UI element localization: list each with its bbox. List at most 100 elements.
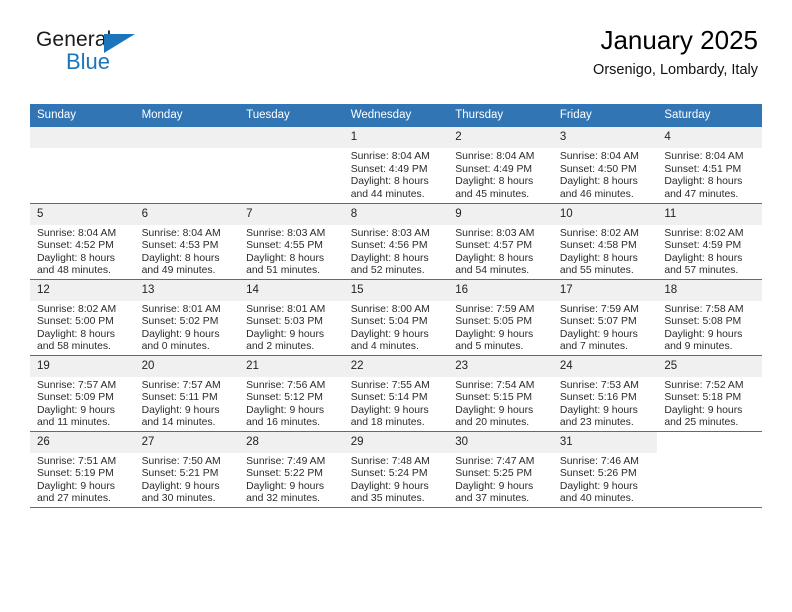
daylight-text: Daylight: 9 hours [246, 404, 325, 416]
day-sun-info: Sunrise: 8:02 AM Sunset: 4:59 PM Daylight:… [657, 225, 762, 278]
calendar-day-cell[interactable]: 27 Sunrise: 7:50 AM Sunset: 5:21 PM Dayligh… [134, 430, 240, 508]
sunset-text: Sunset: 4:49 PM [455, 163, 533, 175]
sunrise-text: Sunrise: 7:51 AM [37, 455, 117, 467]
day-number: 26 [30, 431, 135, 453]
sunrise-text: Sunrise: 7:53 AM [559, 379, 639, 391]
sunrise-text: Sunrise: 8:01 AM [141, 303, 221, 315]
sunset-text: Sunset: 4:57 PM [455, 240, 533, 252]
sunrise-text: Sunrise: 8:03 AM [350, 227, 430, 239]
calendar-day-cell[interactable]: 4 Sunrise: 8:04 AM Sunset: 4:51 PM Daylight… [657, 127, 762, 203]
day-sun-info: Sunrise: 8:04 AM Sunset: 4:49 PM Daylight:… [448, 148, 553, 201]
day-number: 18 [657, 279, 762, 301]
calendar-day-cell[interactable]: 7 Sunrise: 8:03 AM Sunset: 4:55 PM Daylight… [239, 202, 344, 279]
sunset-text: Sunset: 5:16 PM [559, 392, 637, 404]
sunset-text: Sunset: 5:09 PM [37, 392, 114, 404]
calendar-day-cell[interactable]: 17 Sunrise: 7:59 AM Sunset: 5:07 PM Dayligh… [552, 278, 658, 355]
daylight-text-cont: and 4 minutes. [350, 341, 419, 353]
daylight-text-cont: and 2 minutes. [246, 341, 315, 353]
calendar-day-cell[interactable]: 30 Sunrise: 7:47 AM Sunset: 5:25 PM Dayligh… [448, 430, 553, 508]
daylight-text: Daylight: 9 hours [664, 328, 743, 340]
sunset-text: Sunset: 4:53 PM [141, 240, 219, 252]
sunrise-text: Sunrise: 8:04 AM [455, 151, 535, 162]
calendar-day-cell[interactable]: 3 Sunrise: 8:04 AM Sunset: 4:50 PM Daylight… [552, 127, 658, 203]
general-blue-logo[interactable]: General Blue [36, 28, 216, 80]
calendar-day-cell[interactable]: 18 Sunrise: 7:58 AM Sunset: 5:08 PM Dayligh… [657, 278, 762, 355]
day-number: 10 [552, 203, 658, 225]
day-number: 7 [239, 203, 344, 225]
calendar-day-cell[interactable]: 26 Sunrise: 7:51 AM Sunset: 5:19 PM Dayligh… [30, 430, 135, 508]
calendar-day-cell[interactable]: 19 Sunrise: 7:57 AM Sunset: 5:09 PM Dayligh… [30, 354, 135, 431]
calendar-day-cell[interactable]: 8 Sunrise: 8:03 AM Sunset: 4:56 PM Daylight… [343, 202, 449, 279]
calendar-day-cell[interactable]: 5 Sunrise: 8:04 AM Sunset: 4:52 PM Daylight… [30, 202, 135, 279]
daylight-text: Daylight: 8 hours [37, 328, 115, 340]
day-number: 27 [134, 431, 240, 453]
daylight-text-cont: and 27 minutes. [37, 493, 111, 505]
sunrise-text: Sunrise: 7:59 AM [455, 303, 535, 315]
sunrise-text: Sunrise: 7:57 AM [37, 379, 117, 391]
daylight-text: Daylight: 9 hours [246, 480, 325, 492]
calendar-day-cell[interactable]: 9 Sunrise: 8:03 AM Sunset: 4:57 PM Daylight… [448, 202, 553, 279]
daylight-text: Daylight: 8 hours [37, 252, 115, 264]
location-subtitle: Orsenigo, Lombardy, Italy [593, 62, 758, 78]
calendar-day-cell[interactable]: 6 Sunrise: 8:04 AM Sunset: 4:53 PM Daylight… [134, 202, 240, 279]
sunrise-text: Sunrise: 7:47 AM [455, 455, 535, 467]
daylight-text-cont: and 5 minutes. [455, 341, 524, 353]
day-sun-info: Sunrise: 7:56 AM Sunset: 5:12 PM Daylight:… [239, 377, 344, 430]
page-header: General Blue January 2025 Orsenigo, Lomb… [30, 0, 762, 78]
daylight-text: Daylight: 9 hours [350, 328, 429, 340]
calendar-day-cell[interactable]: 13 Sunrise: 8:01 AM Sunset: 5:02 PM Dayligh… [134, 278, 240, 355]
daylight-text: Daylight: 9 hours [455, 480, 534, 492]
calendar-day-cell[interactable]: 28 Sunrise: 7:49 AM Sunset: 5:22 PM Dayligh… [239, 430, 344, 508]
weekday-header-sunday: Sunday [30, 104, 135, 127]
sunset-text: Sunset: 5:14 PM [350, 392, 428, 404]
daylight-text: Daylight: 9 hours [350, 480, 429, 492]
calendar-day-cell[interactable]: 25 Sunrise: 7:52 AM Sunset: 5:18 PM Dayligh… [657, 354, 762, 431]
day-sun-info: Sunrise: 7:51 AM Sunset: 5:19 PM Daylight:… [30, 453, 135, 506]
sunrise-text: Sunrise: 8:00 AM [350, 303, 430, 315]
calendar-day-cell[interactable]: 16 Sunrise: 7:59 AM Sunset: 5:05 PM Dayligh… [448, 278, 553, 355]
day-number: 13 [134, 279, 240, 301]
calendar-week-row: 12 Sunrise: 8:02 AM Sunset: 5:00 PM Dayligh… [30, 278, 762, 355]
calendar-day-cell[interactable]: 15 Sunrise: 8:00 AM Sunset: 5:04 PM Dayligh… [343, 278, 449, 355]
day-sun-info: Sunrise: 8:01 AM Sunset: 5:02 PM Daylight:… [135, 301, 240, 354]
daylight-text: Daylight: 9 hours [141, 480, 220, 492]
calendar-day-cell[interactable]: 12 Sunrise: 8:02 AM Sunset: 5:00 PM Dayligh… [30, 278, 135, 355]
calendar-day-cell[interactable]: 2 Sunrise: 8:04 AM Sunset: 4:49 PM Daylight… [448, 127, 553, 203]
day-number: 1 [343, 127, 449, 148]
daylight-text: Daylight: 9 hours [559, 404, 638, 416]
calendar-day-cell[interactable]: 10 Sunrise: 8:02 AM Sunset: 4:58 PM Dayligh… [552, 202, 658, 279]
calendar-day-cell[interactable]: 20 Sunrise: 7:57 AM Sunset: 5:11 PM Dayligh… [134, 354, 240, 431]
calendar-day-cell[interactable]: 24 Sunrise: 7:53 AM Sunset: 5:16 PM Dayligh… [552, 354, 658, 431]
weekday-header-row: Sunday Monday Tuesday Wednesday Thursday… [30, 104, 762, 127]
day-sun-info: Sunrise: 7:46 AM Sunset: 5:26 PM Daylight:… [553, 453, 658, 506]
sunset-text: Sunset: 5:02 PM [141, 316, 219, 328]
day-sun-info: Sunrise: 8:04 AM Sunset: 4:52 PM Daylight:… [30, 225, 135, 278]
calendar-day-cell[interactable]: 11 Sunrise: 8:02 AM Sunset: 4:59 PM Dayligh… [657, 202, 762, 279]
daylight-text-cont: and 49 minutes. [141, 265, 216, 277]
calendar-day-cell[interactable]: 22 Sunrise: 7:55 AM Sunset: 5:14 PM Dayligh… [343, 354, 449, 431]
daylight-text-cont: and 30 minutes. [141, 493, 216, 505]
calendar-day-cell[interactable]: 21 Sunrise: 7:56 AM Sunset: 5:12 PM Dayligh… [239, 354, 344, 431]
day-number: 9 [448, 203, 553, 225]
day-number: 28 [239, 431, 344, 453]
calendar-day-cell[interactable]: 1 Sunrise: 8:04 AM Sunset: 4:49 PM Daylight… [343, 127, 449, 203]
day-number: 31 [552, 431, 658, 453]
sunrise-text: Sunrise: 7:52 AM [664, 379, 744, 391]
calendar-day-cell[interactable]: 23 Sunrise: 7:54 AM Sunset: 5:15 PM Dayligh… [448, 354, 553, 431]
day-sun-info [657, 453, 762, 456]
day-sun-info: Sunrise: 7:59 AM Sunset: 5:07 PM Daylight:… [553, 301, 658, 354]
day-sun-info: Sunrise: 7:47 AM Sunset: 5:25 PM Daylight:… [448, 453, 553, 506]
calendar-day-cell[interactable]: 31 Sunrise: 7:46 AM Sunset: 5:26 PM Dayligh… [552, 430, 658, 508]
daylight-text-cont: and 20 minutes. [455, 417, 530, 429]
day-number: 12 [30, 279, 135, 301]
calendar-day-cell[interactable]: 29 Sunrise: 7:48 AM Sunset: 5:24 PM Dayligh… [343, 430, 449, 508]
calendar-day-cell-empty [657, 430, 762, 508]
calendar-day-cell[interactable]: 14 Sunrise: 8:01 AM Sunset: 5:03 PM Dayligh… [239, 278, 344, 355]
day-sun-info: Sunrise: 8:03 AM Sunset: 4:57 PM Daylight:… [448, 225, 553, 278]
weekday-header-wednesday: Wednesday [343, 104, 449, 127]
day-number: 5 [30, 203, 135, 225]
day-sun-info [135, 148, 240, 151]
sunset-text: Sunset: 5:22 PM [246, 468, 323, 480]
day-number: 2 [448, 127, 553, 148]
day-sun-info: Sunrise: 8:01 AM Sunset: 5:03 PM Daylight:… [239, 301, 344, 354]
